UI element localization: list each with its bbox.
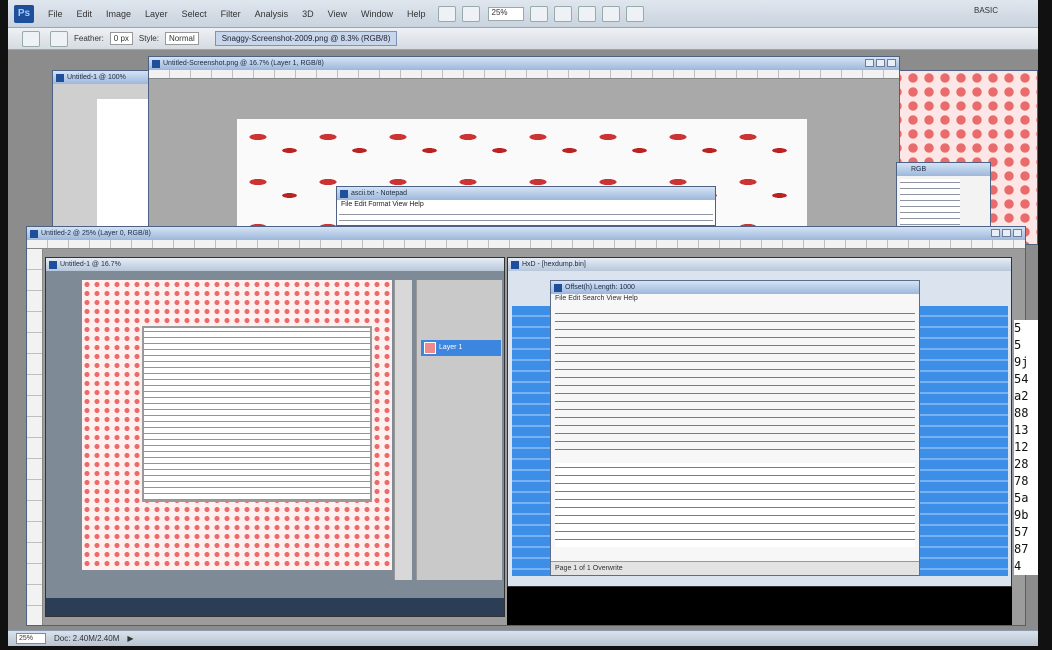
document-icon xyxy=(152,60,160,68)
top-left-window-titlebar[interactable]: Untitled-1 @ 100% xyxy=(53,71,151,84)
menu-layer[interactable]: Layer xyxy=(139,7,174,21)
options-bar: Feather: 0 px Style: Normal Snaggy-Scree… xyxy=(8,28,1038,50)
menu-window[interactable]: Window xyxy=(355,7,399,21)
screen-mode-button[interactable] xyxy=(625,5,644,22)
menu-image[interactable]: Image xyxy=(100,7,137,21)
layer-thumbnail xyxy=(424,342,436,354)
bridge-button[interactable] xyxy=(437,5,456,22)
status-arrow-icon[interactable]: ▶ xyxy=(127,634,133,643)
hex-dialog: Offset(h) Length: 1000 File Edit Search … xyxy=(550,280,920,576)
menu-help[interactable]: Help xyxy=(401,7,432,21)
document-tab[interactable]: Snaggy-Screenshot-2009.png @ 8.3% (RGB/8… xyxy=(214,31,398,46)
inner-taskbar xyxy=(46,598,504,616)
inner-photoshop-screenshot: Untitled-1 @ 16.7% Layer 1 xyxy=(45,257,505,617)
arrange-documents-button[interactable] xyxy=(601,5,620,22)
notepad-window[interactable]: ascii.txt - Notepad File Edit Format Vie… xyxy=(336,186,716,226)
workspace-switcher[interactable]: BASIC xyxy=(974,6,998,15)
main-document-window[interactable]: Untitled-2 @ 25% (Layer 0, RGB/8) Untitl… xyxy=(26,226,1026,626)
style-label: Style: xyxy=(138,34,159,43)
feather-input[interactable]: 0 px xyxy=(109,32,133,45)
rotate-view-button[interactable] xyxy=(577,5,596,22)
minimize-icon[interactable] xyxy=(865,59,874,67)
menu-analysis[interactable]: Analysis xyxy=(249,7,295,21)
style-select[interactable]: Normal xyxy=(164,32,199,45)
selected-ascii-column xyxy=(918,306,1008,576)
menu-view[interactable]: View xyxy=(322,7,353,21)
menu-file[interactable]: File xyxy=(42,7,69,21)
photoshop-app: Ps File Edit Image Layer Select Filter A… xyxy=(8,0,1038,646)
layer-row-selected: Layer 1 xyxy=(421,340,501,356)
main-horizontal-ruler xyxy=(27,240,1025,249)
menu-edit[interactable]: Edit xyxy=(71,7,99,21)
menu-select[interactable]: Select xyxy=(176,7,213,21)
hex-dialog-menu: File Edit Search View Help xyxy=(555,295,638,302)
maximize-icon[interactable] xyxy=(1002,229,1011,237)
document-icon xyxy=(30,230,38,238)
menu-bar: Ps File Edit Image Layer Select Filter A… xyxy=(8,0,1038,28)
right-edge-hex-column: 5 5 9j 54 a2 88 13 12 28 78 5a 9b 57 87 … xyxy=(1014,320,1038,575)
new-selection-icon[interactable] xyxy=(50,30,68,47)
hex-dialog-titlebar: Offset(h) Length: 1000 xyxy=(551,281,919,294)
notepad-menu[interactable]: File Edit Format View Help xyxy=(337,200,715,209)
status-zoom-field[interactable]: 25% xyxy=(16,633,46,644)
main-window-titlebar[interactable]: Untitled-2 @ 25% (Layer 0, RGB/8) xyxy=(27,227,1025,240)
zoom-level-select[interactable]: 25% xyxy=(487,6,524,21)
menu-3d[interactable]: 3D xyxy=(296,7,320,21)
white-canvas xyxy=(97,99,151,229)
maximize-icon[interactable] xyxy=(876,59,885,67)
main-vertical-ruler xyxy=(27,249,43,625)
horizontal-ruler xyxy=(149,70,899,79)
close-icon[interactable] xyxy=(887,59,896,67)
info-text xyxy=(900,179,960,225)
feather-label: Feather: xyxy=(74,34,104,43)
tools-panel xyxy=(394,280,412,580)
notepad-icon xyxy=(340,190,348,198)
layers-panel: Layer 1 xyxy=(416,280,502,580)
ascii-text-overlay xyxy=(142,326,372,502)
document-size-label: Doc: 2.40M/2.40M xyxy=(54,634,120,643)
zoom-tool-button[interactable] xyxy=(553,5,572,22)
document-icon xyxy=(56,74,64,82)
minimize-icon[interactable] xyxy=(991,229,1000,237)
top-left-document-window[interactable]: Untitled-1 @ 100% xyxy=(52,70,152,230)
hex-outer-titlebar: HxD - [hexdump.bin] xyxy=(508,258,1011,271)
bottom-status-bar: 25% Doc: 2.40M/2.40M ▶ xyxy=(8,630,1038,646)
hex-status-bar: Page 1 of 1 Overwrite xyxy=(551,561,919,575)
close-icon[interactable] xyxy=(1013,229,1022,237)
menu-filter[interactable]: Filter xyxy=(215,7,247,21)
hex-text-block xyxy=(555,309,915,457)
photoshop-logo-icon: Ps xyxy=(14,4,34,23)
right-panel-titlebar[interactable]: RGB xyxy=(897,163,990,176)
mini-bridge-button[interactable] xyxy=(461,5,480,22)
marquee-tool-icon[interactable] xyxy=(22,30,40,47)
selected-offset-column xyxy=(512,306,552,576)
hand-tool-button[interactable] xyxy=(529,5,548,22)
chili-window-titlebar[interactable]: Untitled-Screenshot.png @ 16.7% (Layer 1… xyxy=(149,57,899,70)
inner-hex-editor-screenshot: HxD - [hexdump.bin] Offset(h) Length: 10… xyxy=(507,257,1012,587)
right-info-panel[interactable]: RGB xyxy=(896,162,991,228)
notepad-text-area[interactable] xyxy=(339,211,713,223)
notepad-titlebar[interactable]: ascii.txt - Notepad xyxy=(337,187,715,200)
hex-grid-block xyxy=(555,463,915,547)
inner-left-titlebar: Untitled-1 @ 16.7% xyxy=(46,258,504,271)
black-area xyxy=(507,587,1012,625)
